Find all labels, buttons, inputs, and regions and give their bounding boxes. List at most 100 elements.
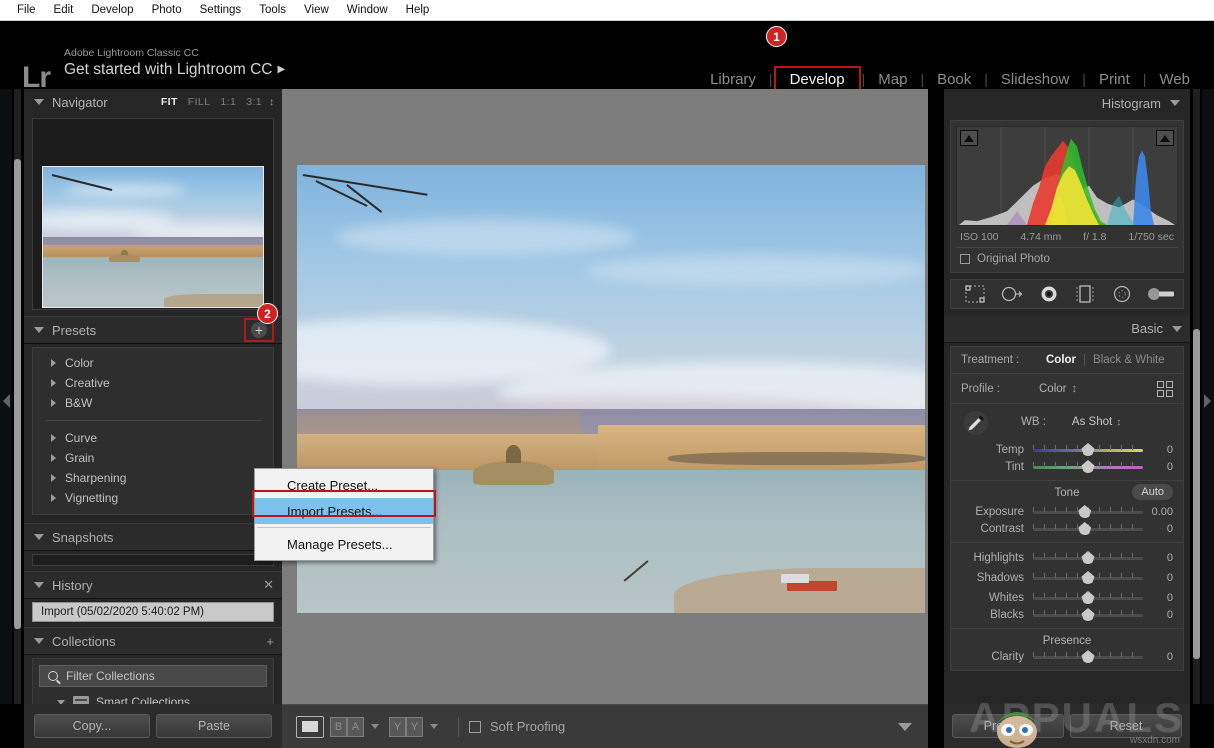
clear-history-button[interactable]: ✕ xyxy=(263,577,274,593)
whites-value[interactable]: 0 xyxy=(1143,592,1173,604)
module-library[interactable]: Library xyxy=(698,68,768,91)
adjustment-brush-icon[interactable] xyxy=(1147,284,1174,304)
preset-group-grain[interactable]: Grain xyxy=(33,448,273,468)
collections-header[interactable]: Collections + xyxy=(24,627,282,655)
toolbar-options-caret-icon[interactable] xyxy=(898,722,912,731)
graduated-filter-icon[interactable] xyxy=(1073,284,1097,304)
presets-context-menu[interactable]: Create Preset... Import Presets... Manag… xyxy=(254,468,434,561)
reference-view-dropdown-icon[interactable] xyxy=(430,724,438,729)
right-panel-collapse-edge[interactable] xyxy=(1202,89,1214,704)
twisty-icon[interactable] xyxy=(34,638,44,644)
zoom-fill[interactable]: FILL xyxy=(183,96,216,108)
shadow-clipping-indicator[interactable] xyxy=(960,130,978,146)
tint-slider-track[interactable] xyxy=(1033,460,1143,474)
snapshots-header[interactable]: Snapshots + xyxy=(24,523,282,551)
highlight-clipping-indicator[interactable] xyxy=(1156,130,1174,146)
right-scroll-thumb[interactable] xyxy=(1193,329,1200,659)
context-menu-item-create-preset[interactable]: Create Preset... xyxy=(255,472,433,498)
wb-value[interactable]: As Shot xyxy=(1072,416,1112,428)
twisty-icon[interactable] xyxy=(34,327,44,333)
add-collection-button[interactable]: + xyxy=(266,634,274,649)
auto-tone-button[interactable]: Auto xyxy=(1132,484,1173,500)
menu-item-window[interactable]: Window xyxy=(338,2,397,18)
blacks-slider-track[interactable] xyxy=(1033,608,1143,622)
white-balance-selector-icon[interactable] xyxy=(963,410,989,436)
before-after-button[interactable]: B A xyxy=(330,716,364,737)
preset-group-bw[interactable]: B&W xyxy=(33,393,273,413)
contrast-value[interactable]: 0 xyxy=(1143,523,1173,535)
temp-value[interactable]: 0 xyxy=(1143,444,1173,456)
collapse-right-arrow-icon[interactable] xyxy=(1204,394,1211,408)
highlights-slider-track[interactable] xyxy=(1033,551,1143,565)
navigator-header[interactable]: Navigator FIT FILL 1:1 3:1 ↕ xyxy=(24,89,282,115)
clarity-value[interactable]: 0 xyxy=(1143,651,1173,663)
preset-group-creative[interactable]: Creative xyxy=(33,373,273,393)
twisty-icon[interactable] xyxy=(34,534,44,540)
temp-slider-track[interactable] xyxy=(1033,443,1143,457)
original-photo-checkbox[interactable] xyxy=(960,254,970,264)
histogram-header[interactable]: Histogram xyxy=(944,89,1190,117)
left-panel-scrollbar[interactable] xyxy=(14,89,21,704)
menu-item-photo[interactable]: Photo xyxy=(143,2,191,18)
profile-value[interactable]: Color xyxy=(1039,383,1066,395)
history-entry[interactable]: Import (05/02/2020 5:40:02 PM) xyxy=(32,602,274,622)
loupe-view-button[interactable] xyxy=(296,715,324,738)
twisty-icon[interactable] xyxy=(34,582,44,588)
zoom-fit[interactable]: FIT xyxy=(156,96,183,108)
history-header[interactable]: History ✕ xyxy=(24,571,282,599)
exposure-slider-track[interactable] xyxy=(1033,505,1143,519)
profile-stepper-icon[interactable]: ↕ xyxy=(1071,383,1077,395)
treatment-color-option[interactable]: Color xyxy=(1039,354,1083,366)
module-map[interactable]: Map xyxy=(866,68,919,91)
spot-removal-icon[interactable] xyxy=(1000,284,1024,304)
navigator-thumbnail[interactable] xyxy=(42,166,264,308)
profile-browser-icon[interactable] xyxy=(1157,380,1173,397)
highlights-value[interactable]: 0 xyxy=(1143,552,1173,564)
identity-plate-tagline[interactable]: Get started with Lightroom CC ▶ xyxy=(64,60,285,79)
contrast-slider-track[interactable] xyxy=(1033,522,1143,536)
twisty-icon[interactable] xyxy=(34,99,44,105)
collection-item-smart-collections[interactable]: Smart Collections xyxy=(39,695,267,704)
twisty-icon[interactable] xyxy=(1172,325,1182,332)
navigator-preview-box[interactable] xyxy=(32,118,274,310)
menu-item-view[interactable]: View xyxy=(295,2,338,18)
add-preset-button[interactable]: + xyxy=(251,322,267,338)
basic-header[interactable]: Basic xyxy=(944,315,1190,343)
crop-overlay-icon[interactable] xyxy=(963,284,987,304)
module-print[interactable]: Print xyxy=(1087,68,1142,91)
paste-button[interactable]: Paste xyxy=(156,714,272,738)
presets-header[interactable]: Presets + 2 xyxy=(24,303,282,344)
menu-item-settings[interactable]: Settings xyxy=(191,2,251,18)
zoom-stepper-icon[interactable]: ↕ xyxy=(269,97,274,108)
tint-value[interactable]: 0 xyxy=(1143,461,1173,473)
histogram-graph[interactable] xyxy=(956,126,1178,226)
twisty-icon[interactable] xyxy=(1170,100,1180,106)
preset-group-vignetting[interactable]: Vignetting xyxy=(33,488,273,508)
image-viewer[interactable] xyxy=(282,89,928,704)
wb-stepper-icon[interactable]: ↕ xyxy=(1116,417,1121,428)
module-web[interactable]: Web xyxy=(1147,68,1202,91)
left-scroll-thumb[interactable] xyxy=(14,159,21,629)
exposure-value[interactable]: 0.00 xyxy=(1143,506,1173,518)
red-eye-correction-icon[interactable] xyxy=(1037,284,1061,304)
zoom-3-1[interactable]: 3:1 xyxy=(241,96,267,108)
original-photo-row[interactable]: Original Photo xyxy=(956,247,1178,267)
right-panel-scrollbar[interactable] xyxy=(1193,89,1200,704)
reference-view-button[interactable]: Y Y xyxy=(389,716,423,737)
context-menu-item-manage-presets[interactable]: Manage Presets... xyxy=(255,531,433,557)
shadows-value[interactable]: 0 xyxy=(1143,572,1173,584)
menu-item-file[interactable]: File xyxy=(8,2,45,18)
zoom-1-1[interactable]: 1:1 xyxy=(215,96,241,108)
clarity-slider-track[interactable] xyxy=(1033,650,1143,664)
blacks-value[interactable]: 0 xyxy=(1143,609,1173,621)
soft-proofing-checkbox[interactable] xyxy=(469,720,481,733)
collapse-left-arrow-icon[interactable] xyxy=(3,394,10,408)
filter-collections-input[interactable]: Filter Collections xyxy=(39,665,267,687)
play-caret-icon[interactable]: ▶ xyxy=(277,64,285,75)
before-after-dropdown-icon[interactable] xyxy=(371,724,379,729)
left-panel-collapse-edge[interactable] xyxy=(0,89,12,704)
previous-button[interactable]: Previous xyxy=(952,714,1064,738)
preset-group-sharpening[interactable]: Sharpening xyxy=(33,468,273,488)
menu-item-tools[interactable]: Tools xyxy=(250,2,295,18)
radial-filter-icon[interactable] xyxy=(1110,284,1134,304)
